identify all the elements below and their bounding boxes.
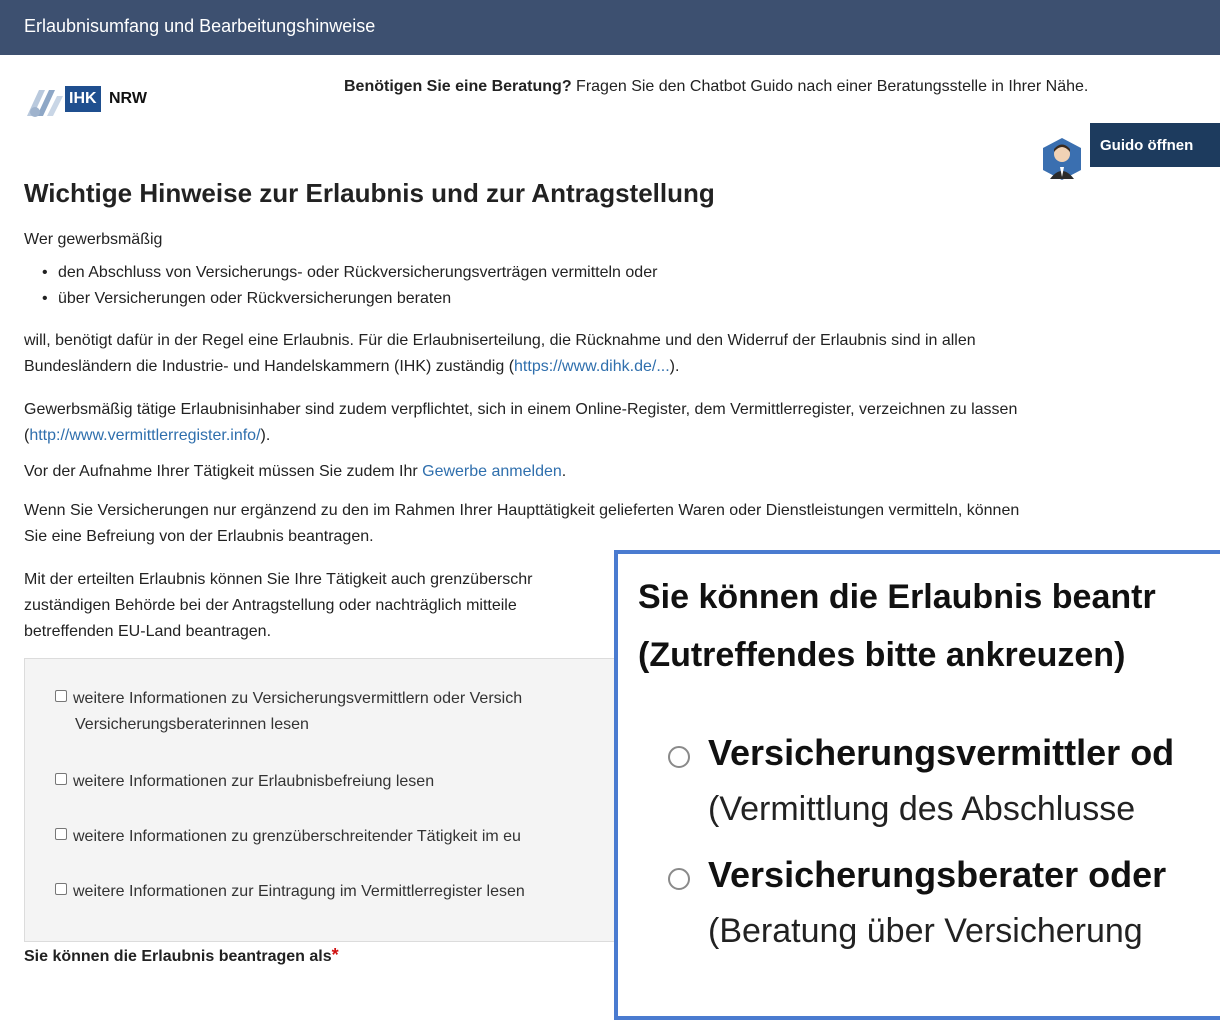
more-info-box: weitere Informationen zu Versicherungsve…	[24, 658, 646, 942]
ihk-nrw-logo[interactable]: IHK NRW	[23, 82, 147, 122]
zoom-callout: Sie können die Erlaubnis beantr (Zutreff…	[614, 550, 1220, 1020]
dihk-link[interactable]: https://www.dihk.de/...	[514, 358, 670, 375]
application-type-text: Sie können die Erlaubnis beantragen als	[24, 948, 332, 965]
logo-ihk-text: IHK	[65, 86, 101, 112]
info-item-exemption[interactable]: weitere Informationen zur Erlaubnisbefre…	[55, 769, 434, 795]
info-item-label: Versicherungsberaterinnen lesen	[75, 716, 309, 733]
ihk-emblem-icon	[23, 82, 65, 122]
paragraph-line: ).	[260, 427, 271, 444]
guido-avatar-icon[interactable]	[1041, 137, 1083, 181]
list-item: über Versicherungen oder Rückversicherun…	[40, 286, 657, 312]
checkbox-icon[interactable]	[55, 773, 67, 785]
radio-icon[interactable]	[668, 746, 690, 768]
zoom-option-subtitle: (Beratung über Versicherung	[708, 912, 1143, 950]
info-item-brokers[interactable]: weitere Informationen zu Versicherungsve…	[55, 686, 522, 738]
info-item-label: weitere Informationen zu grenzüberschrei…	[73, 828, 521, 845]
radio-icon[interactable]	[668, 868, 690, 890]
checkbox-icon[interactable]	[55, 690, 67, 702]
zoom-option-subtitle: (Vermittlung des Abschlusse	[708, 790, 1136, 828]
paragraph-line: Mit der erteilten Erlaubnis können Sie I…	[24, 571, 533, 588]
list-item: den Abschluss von Versicherungs- oder Rü…	[40, 260, 657, 286]
logo-nrw-text: NRW	[109, 90, 147, 107]
intro-text: Wer gewerbsmäßig	[24, 231, 163, 248]
paragraph-trade-registration: Vor der Aufnahme Ihrer Tätigkeit müssen …	[24, 459, 1214, 485]
advice-text: Benötigen Sie eine Beratung? Fragen Sie …	[344, 78, 1088, 96]
checkbox-icon[interactable]	[55, 828, 67, 840]
paragraph-register: Gewerbsmäßig tätige Erlaubnisinhaber sin…	[24, 397, 1214, 449]
paragraph-line: Wenn Sie Versicherungen nur ergänzend zu…	[24, 502, 1020, 519]
required-mark: *	[331, 945, 339, 965]
info-item-cross-border[interactable]: weitere Informationen zu grenzüberschrei…	[55, 824, 521, 850]
advice-hint: Fragen Sie den Chatbot Guido nach einer …	[576, 78, 1089, 95]
vermittlerregister-link[interactable]: http://www.vermittlerregister.info/	[29, 427, 260, 444]
paragraph-line: Gewerbsmäßig tätige Erlaubnisinhaber sin…	[24, 401, 1018, 418]
paragraph-line: Vor der Aufnahme Ihrer Tätigkeit müssen …	[24, 463, 423, 480]
zoom-option-title: Versicherungsberater oder	[708, 854, 1167, 895]
page-section-title: Erlaubnisumfang und Bearbeitungshinweise	[24, 16, 376, 36]
zoom-heading-line: (Zutreffendes bitte ankreuzen)	[638, 636, 1126, 674]
gewerbe-anmelden-link[interactable]: Gewerbe anmelden	[422, 463, 562, 480]
paragraph-line: ).	[669, 358, 680, 375]
info-item-register[interactable]: weitere Informationen zur Eintragung im …	[55, 879, 525, 905]
info-item-label: weitere Informationen zur Erlaubnisbefre…	[73, 773, 435, 790]
paragraph-permission: will, benötigt dafür in der Regel eine E…	[24, 328, 1214, 380]
zoom-heading-line: Sie können die Erlaubnis beantr	[638, 578, 1156, 616]
guido-open-button[interactable]: Guido öffnen	[1090, 123, 1220, 167]
paragraph-line: .	[561, 463, 567, 480]
paragraph-line: will, benötigt dafür in der Regel eine E…	[24, 332, 976, 349]
top-bar: Erlaubnisumfang und Bearbeitungshinweise	[0, 0, 1220, 55]
advice-question: Benötigen Sie eine Beratung?	[344, 78, 572, 95]
page-heading: Wichtige Hinweise zur Erlaubnis und zur …	[24, 178, 715, 208]
paragraph-line: zuständigen Behörde bei der Antragstellu…	[24, 597, 517, 614]
checkbox-icon[interactable]	[55, 883, 67, 895]
info-item-label: weitere Informationen zur Eintragung im …	[73, 883, 525, 900]
paragraph-exemption: Wenn Sie Versicherungen nur ergänzend zu…	[24, 498, 1214, 550]
paragraph-line: Sie eine Befreiung von der Erlaubnis bea…	[24, 528, 374, 545]
activity-list: den Abschluss von Versicherungs- oder Rü…	[40, 260, 657, 312]
paragraph-line: Bundesländern die Industrie- und Handels…	[24, 358, 515, 375]
paragraph-line: betreffenden EU-Land beantragen.	[24, 623, 272, 640]
zoom-option-title: Versicherungsvermittler od	[708, 732, 1175, 773]
info-item-label: weitere Informationen zu Versicherungsve…	[73, 690, 523, 707]
